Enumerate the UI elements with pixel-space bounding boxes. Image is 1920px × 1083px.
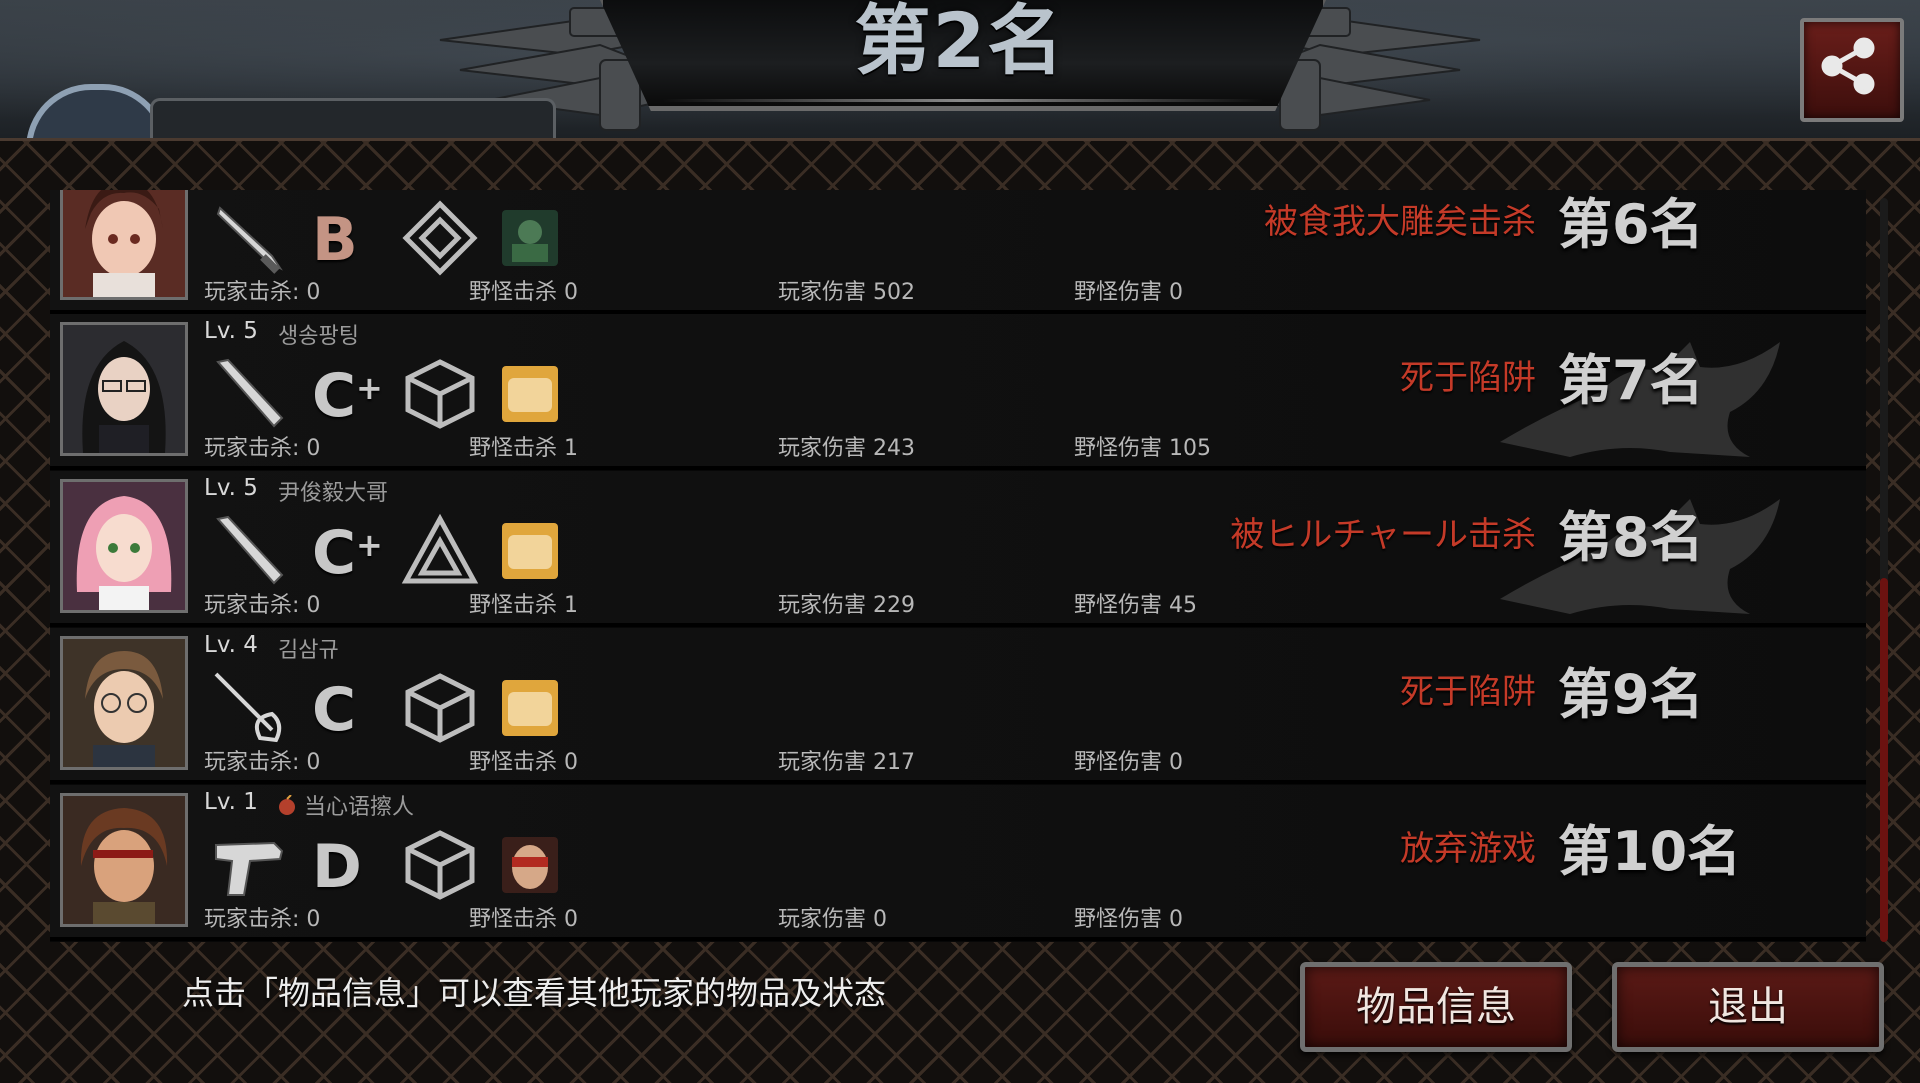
player-damage: 玩家伤害 243	[778, 436, 915, 461]
player-row[interactable]: Lv. 1 当心语擦人 D 放弃游戏 第10名 玩家击杀: 0 野怪击杀 0 玩…	[50, 785, 1866, 941]
bat-icon	[216, 358, 284, 428]
player-damage: 玩家伤害 217	[778, 750, 915, 775]
bomb-icon	[279, 795, 295, 815]
own-avatar-badge	[26, 84, 168, 140]
pistol-icon	[215, 841, 284, 896]
player-level: Lv. 5	[204, 318, 258, 344]
monster-damage: 野怪伤害 0	[1074, 750, 1183, 775]
player-kills: 玩家击杀: 0	[204, 280, 321, 305]
bat-icon	[216, 515, 284, 585]
armor-box-icon	[405, 830, 475, 900]
death-cause: 被食我大雕矣击杀	[1264, 202, 1536, 242]
player-name: 当心语擦人	[304, 795, 415, 820]
monster-damage: 野怪伤害 0	[1074, 280, 1183, 305]
own-player-tab	[150, 98, 556, 140]
item-goggles-man-icon	[502, 837, 558, 893]
player-kills: 玩家击杀: 0	[204, 750, 321, 775]
grade-badge: C+	[312, 518, 383, 588]
header-bar: 第2名	[0, 0, 1920, 140]
player-portrait	[60, 322, 188, 456]
player-portrait	[60, 636, 188, 770]
grade-badge: C	[312, 675, 357, 745]
scrollbar-thumb[interactable]	[1880, 578, 1888, 942]
rank-label: 第6名	[1558, 193, 1704, 256]
rank-label: 第9名	[1558, 663, 1704, 726]
list-scrollbar[interactable]	[1880, 198, 1888, 942]
monster-kills: 野怪击杀 0	[469, 907, 578, 932]
item-soldier-icon	[502, 210, 558, 266]
death-cause: 被ヒルチャール击杀	[1230, 515, 1536, 555]
monster-kills: 野怪击杀 1	[469, 593, 578, 618]
player-kills: 玩家击杀: 0	[204, 436, 321, 461]
monster-kills: 野怪击杀 0	[469, 750, 578, 775]
player-level: Lv. 1	[204, 789, 258, 815]
armor-triangle-icon	[401, 513, 479, 584]
player-portrait	[60, 793, 188, 927]
item-bread-icon	[502, 366, 558, 422]
item-info-button[interactable]: 物品信息	[1300, 962, 1572, 1052]
player-row[interactable]: Lv. 4 김삼규 C 死于陷阱 第9名 玩家击杀: 0 野怪击杀 0 玩家伤害…	[50, 628, 1866, 784]
item-bread-icon	[502, 680, 558, 736]
hint-text: 点击「物品信息」可以查看其他玩家的物品及状态	[182, 974, 887, 1012]
player-name: 김삼규	[278, 638, 339, 663]
rank-label: 第7名	[1558, 349, 1704, 412]
player-damage: 玩家伤害 0	[778, 907, 887, 932]
player-damage: 玩家伤害 502	[778, 280, 915, 305]
armor-box-icon	[405, 359, 475, 429]
monster-kills: 野怪击杀 1	[469, 436, 578, 461]
monster-damage: 野怪伤害 0	[1074, 907, 1183, 932]
grade-badge: C+	[312, 361, 383, 431]
player-list[interactable]: B 被食我大雕矣击杀 第6名 玩家击杀: 0 野怪击杀 0 玩家伤害 502 野…	[50, 190, 1866, 942]
grade-badge: B	[312, 205, 358, 275]
player-name: 생송팡팅	[278, 324, 359, 349]
armor-box-icon	[405, 673, 475, 743]
rank-label: 第10名	[1558, 820, 1742, 883]
player-damage: 玩家伤害 229	[778, 593, 915, 618]
monster-damage: 野怪伤害 45	[1074, 593, 1197, 618]
share-button[interactable]	[1800, 18, 1904, 122]
final-rank-title: 第2名	[854, 0, 1066, 85]
rank-label: 第8名	[1558, 506, 1704, 569]
monster-damage: 野怪伤害 105	[1074, 436, 1211, 461]
death-cause: 死于陷阱	[1400, 672, 1536, 712]
player-level: Lv. 4	[204, 632, 258, 658]
player-row[interactable]: B 被食我大雕矣击杀 第6名 玩家击杀: 0 野怪击杀 0 玩家伤害 502 野…	[50, 190, 1866, 314]
player-kills: 玩家击杀: 0	[204, 593, 321, 618]
player-level: Lv. 5	[204, 475, 258, 501]
player-row[interactable]: Lv. 5 생송팡팅 C+ 死于陷阱 第7名 玩家击杀: 0 野怪击杀 1 玩家…	[50, 314, 1866, 470]
player-portrait	[60, 479, 188, 613]
grade-badge: D	[312, 832, 362, 902]
armor-diamond-icon	[402, 200, 478, 276]
death-cause: 放弃游戏	[1400, 829, 1536, 869]
knife-icon	[216, 206, 283, 274]
exit-button[interactable]: 退出	[1612, 962, 1884, 1052]
player-kills: 玩家击杀: 0	[204, 907, 321, 932]
item-bread-icon	[502, 523, 558, 579]
player-portrait	[60, 190, 188, 300]
monster-kills: 野怪击杀 0	[469, 280, 578, 305]
rapier-icon	[214, 672, 282, 743]
death-cause: 死于陷阱	[1400, 358, 1536, 398]
player-row[interactable]: Lv. 5 尹俊毅大哥 C+ 被ヒルチャール击杀 第8名 玩家击杀: 0 野怪击…	[50, 471, 1866, 627]
player-name: 尹俊毅大哥	[278, 481, 389, 506]
share-icon	[1821, 37, 1875, 95]
